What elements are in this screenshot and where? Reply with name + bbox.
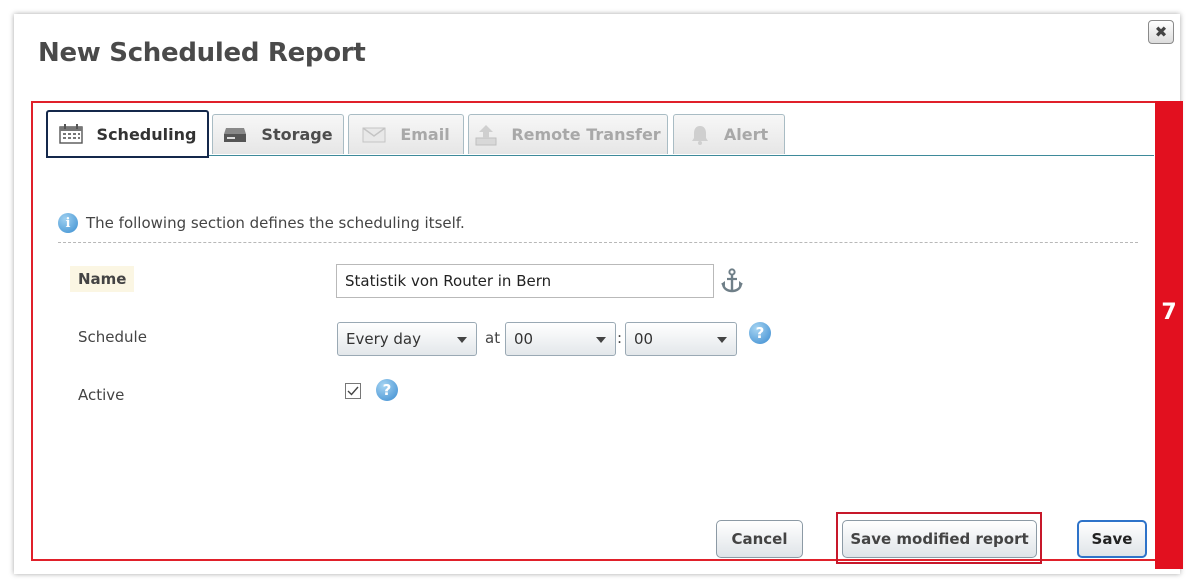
tab-storage[interactable]: Storage	[212, 114, 344, 154]
at-label: at	[485, 329, 501, 347]
tab-strip-underline	[48, 155, 1154, 156]
close-icon: ✖	[1154, 22, 1168, 41]
select-value: 00	[634, 330, 654, 348]
schedule-label: Schedule	[78, 328, 147, 346]
bell-icon	[690, 125, 710, 145]
select-value: 00	[514, 330, 534, 348]
tab-label: Scheduling	[96, 124, 197, 144]
name-label: Name	[70, 266, 135, 292]
section-divider	[58, 242, 1138, 243]
upload-icon	[475, 124, 497, 146]
checkmark-icon	[347, 386, 359, 396]
name-input[interactable]	[336, 264, 714, 298]
info-text: The following section defines the schedu…	[86, 214, 465, 232]
time-separator: :	[617, 329, 623, 347]
calendar-icon	[58, 124, 83, 144]
tab-label: Remote Transfer	[511, 125, 661, 144]
tab-label: Alert	[723, 125, 769, 144]
cancel-button[interactable]: Cancel	[716, 520, 803, 558]
tab-email[interactable]: Email	[348, 114, 464, 154]
schedule-help-icon[interactable]: ?	[749, 322, 771, 344]
active-checkbox[interactable]	[345, 383, 361, 399]
step-bar	[1155, 101, 1183, 569]
chevron-down-icon	[596, 337, 606, 343]
select-value: Every day	[346, 330, 421, 348]
section-info: i The following section defines the sche…	[58, 213, 465, 233]
active-help-icon[interactable]: ?	[376, 379, 398, 401]
minute-select[interactable]: 00	[625, 322, 737, 356]
envelope-icon	[362, 126, 386, 143]
chevron-down-icon	[457, 337, 467, 343]
save-button[interactable]: Save	[1077, 520, 1147, 558]
chevron-down-icon	[717, 337, 727, 343]
step-badge: 7	[1161, 300, 1177, 325]
schedule-frequency-select[interactable]: Every day	[337, 322, 477, 356]
tab-alert[interactable]: Alert	[673, 114, 785, 154]
info-icon: i	[58, 213, 78, 233]
tab-remote-transfer[interactable]: Remote Transfer	[468, 114, 668, 154]
tab-scheduling[interactable]: Scheduling	[46, 110, 209, 158]
drive-icon	[223, 127, 247, 143]
tab-label: Email	[400, 125, 450, 144]
anchor-icon[interactable]	[720, 268, 744, 298]
close-button[interactable]: ✖	[1148, 20, 1174, 44]
save-modified-report-button[interactable]: Save modified report	[842, 520, 1037, 558]
hour-select[interactable]: 00	[505, 322, 616, 356]
active-label: Active	[78, 386, 125, 404]
tab-label: Storage	[261, 125, 333, 144]
dialog-title: New Scheduled Report	[38, 38, 366, 68]
